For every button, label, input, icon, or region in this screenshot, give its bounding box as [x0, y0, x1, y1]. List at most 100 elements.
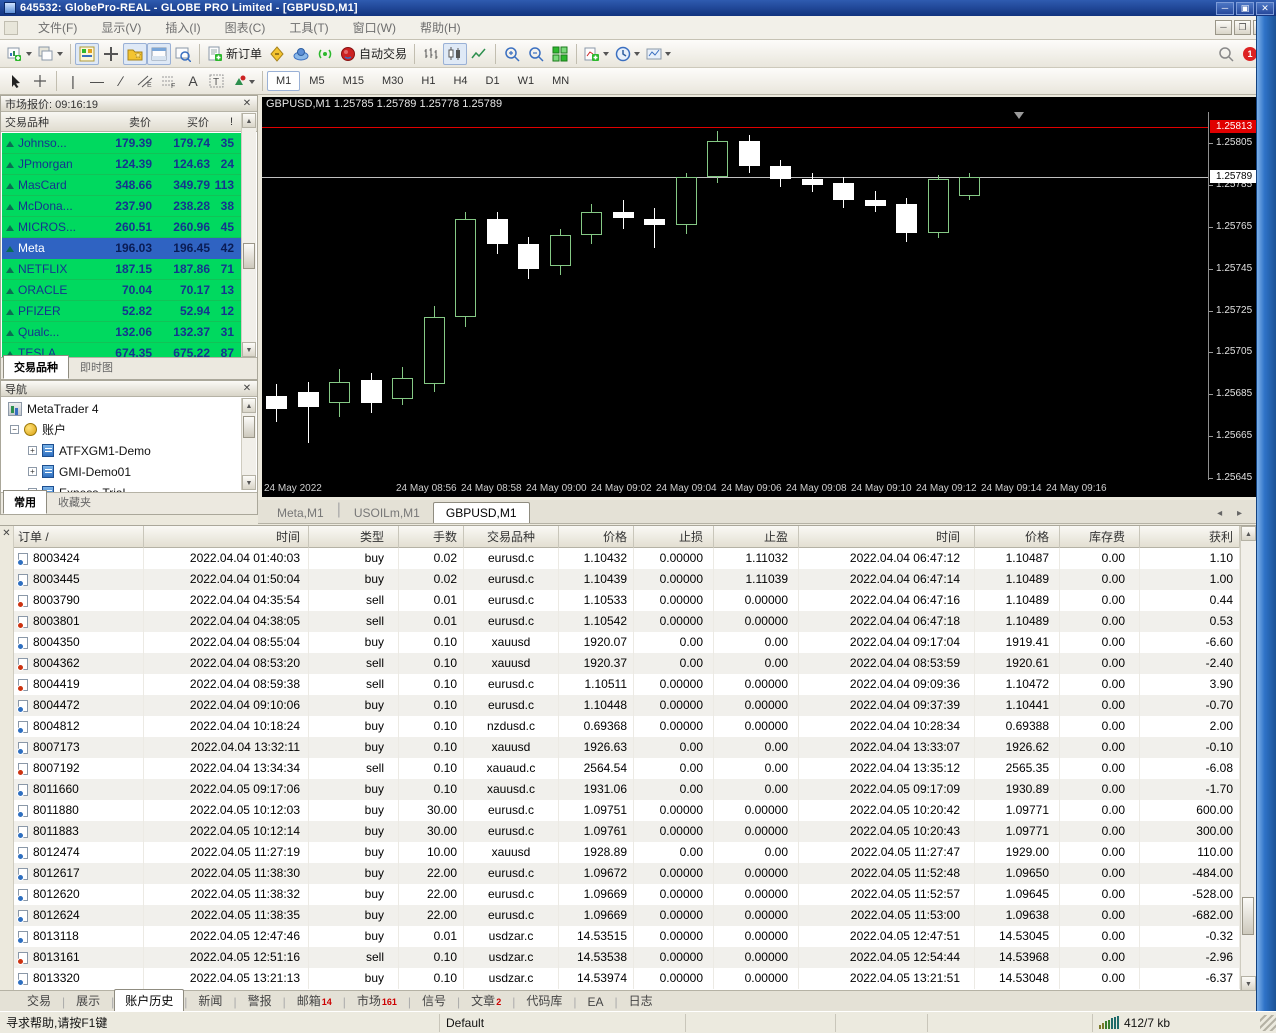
- fibonacci-tool-button[interactable]: F: [157, 70, 181, 92]
- expand-icon[interactable]: +: [28, 467, 37, 476]
- arrows-tool-button[interactable]: [229, 70, 258, 92]
- history-column-header-2[interactable]: 类型: [309, 526, 399, 548]
- history-column-header-0[interactable]: 订单 /: [14, 526, 144, 548]
- history-row[interactable]: 80071732022.04.04 13:32:11buy0.10xauusd1…: [14, 737, 1240, 758]
- community-button[interactable]: [289, 43, 313, 65]
- history-column-header-3[interactable]: 手数: [399, 526, 464, 548]
- new-chart-button[interactable]: [4, 43, 35, 65]
- maximize-button[interactable]: ▣: [1236, 2, 1254, 15]
- history-column-header-5[interactable]: 价格: [559, 526, 634, 548]
- menu-item-2[interactable]: 插入(I): [153, 18, 212, 38]
- minimize-button[interactable]: ─: [1216, 2, 1234, 15]
- close-icon[interactable]: ✕: [241, 98, 253, 109]
- menu-item-1[interactable]: 显示(V): [89, 18, 153, 38]
- market-watch-tab-1[interactable]: 即时图: [69, 355, 124, 379]
- child-minimize-button[interactable]: ─: [1215, 20, 1232, 35]
- autotrading-button[interactable]: 自动交易: [337, 43, 410, 65]
- history-column-header-1[interactable]: 时间: [144, 526, 309, 548]
- chart-menu-icon[interactable]: [4, 21, 18, 35]
- data-window-button[interactable]: [99, 43, 123, 65]
- timeframe-w1-button[interactable]: W1: [509, 71, 544, 91]
- market-watch-header-2[interactable]: 买价: [151, 114, 209, 130]
- strategy-tester-button[interactable]: [171, 43, 195, 65]
- navigator-account-item[interactable]: +ATFXGM1-Demo: [2, 440, 242, 461]
- terminal-tab-9[interactable]: 代码库: [515, 989, 573, 1011]
- market-watch-row[interactable]: ORACLE70.0470.1713: [2, 280, 242, 301]
- tile-windows-button[interactable]: [548, 43, 572, 65]
- cursor-tool-button[interactable]: [4, 70, 28, 92]
- history-column-header-4[interactable]: 交易品种: [464, 526, 559, 548]
- bar-chart-type-button[interactable]: [419, 43, 443, 65]
- history-row[interactable]: 80043502022.04.04 08:55:04buy0.10xauusd1…: [14, 632, 1240, 653]
- terminal-tab-1[interactable]: 展示: [65, 989, 111, 1011]
- timeframe-h4-button[interactable]: H4: [444, 71, 476, 91]
- terminal-tab-6[interactable]: 市场161: [346, 989, 408, 1011]
- trendline-tool-button[interactable]: ∕: [109, 70, 133, 92]
- navigator-toggle-button[interactable]: [123, 43, 147, 65]
- market-watch-row[interactable]: McDona...237.90238.2838: [2, 196, 242, 217]
- timeframe-m5-button[interactable]: M5: [300, 71, 333, 91]
- navigator-account-item[interactable]: +GMI-Demo01: [2, 461, 242, 482]
- market-watch-row[interactable]: Meta196.03196.4542: [2, 238, 242, 259]
- menu-item-0[interactable]: 文件(F): [26, 18, 89, 38]
- history-row[interactable]: 80048122022.04.04 10:18:24buy0.10nzdusd.…: [14, 716, 1240, 737]
- navigator-accounts-group[interactable]: −账户: [2, 419, 242, 440]
- timeframe-m15-button[interactable]: M15: [334, 71, 373, 91]
- timeframe-h1-button[interactable]: H1: [412, 71, 444, 91]
- channel-tool-button[interactable]: E: [133, 70, 157, 92]
- chart-window[interactable]: GBPUSD,M1 1.25785 1.25789 1.25778 1.2578…: [262, 97, 1256, 497]
- close-icon[interactable]: ✕: [0, 528, 13, 539]
- vertical-line-tool-button[interactable]: |: [61, 70, 85, 92]
- history-row[interactable]: 80044192022.04.04 08:59:38sell0.10eurusd…: [14, 674, 1240, 695]
- signals-button[interactable]: [313, 43, 337, 65]
- market-watch-toggle-button[interactable]: [75, 43, 99, 65]
- resize-grip[interactable]: [1260, 1015, 1276, 1031]
- market-watch-header-3[interactable]: !: [209, 116, 235, 128]
- menu-item-5[interactable]: 窗口(W): [341, 18, 408, 38]
- market-watch-row[interactable]: PFIZER52.8252.9412: [2, 301, 242, 322]
- chart-tab-usoilm-m1[interactable]: USOILm,M1: [341, 502, 433, 523]
- navigator-tab-1[interactable]: 收藏夹: [47, 490, 102, 514]
- chart-time-axis[interactable]: 24 May 202224 May 08:5624 May 08:5824 Ma…: [262, 480, 1208, 497]
- scroll-down-icon[interactable]: ▼: [1241, 976, 1256, 991]
- chart-tab-gbpusd-m1[interactable]: GBPUSD,M1: [433, 502, 530, 523]
- market-watch-row[interactable]: MICROS...260.51260.9645: [2, 217, 242, 238]
- timeframe-mn-button[interactable]: MN: [543, 71, 578, 91]
- horizontal-line-tool-button[interactable]: —: [85, 70, 109, 92]
- history-row[interactable]: 80118802022.04.05 10:12:03buy30.00eurusd…: [14, 800, 1240, 821]
- market-watch-row[interactable]: NETFLIX187.15187.8671: [2, 259, 242, 280]
- history-row[interactable]: 80126202022.04.05 11:38:32buy22.00eurusd…: [14, 884, 1240, 905]
- expand-icon[interactable]: +: [28, 446, 37, 455]
- profiles-button[interactable]: [35, 43, 66, 65]
- navigator-tab-0[interactable]: 常用: [3, 490, 47, 514]
- candle-chart-type-button[interactable]: [443, 43, 467, 65]
- market-watch-tab-0[interactable]: 交易品种: [3, 355, 69, 379]
- market-watch-scrollbar[interactable]: ▲ ▼: [241, 113, 256, 357]
- indicators-button[interactable]: [581, 43, 612, 65]
- market-watch-row[interactable]: JPmorgan124.39124.6324: [2, 154, 242, 175]
- timeframe-m30-button[interactable]: M30: [373, 71, 412, 91]
- history-column-header-8[interactable]: 时间: [799, 526, 975, 548]
- metaeditor-button[interactable]: [265, 43, 289, 65]
- terminal-toggle-button[interactable]: [147, 43, 171, 65]
- scroll-up-icon[interactable]: ▲: [242, 113, 256, 128]
- history-row[interactable]: 80126172022.04.05 11:38:30buy22.00eurusd…: [14, 863, 1240, 884]
- market-watch-header-1[interactable]: 卖价: [93, 114, 151, 130]
- history-row[interactable]: 80118832022.04.05 10:12:14buy30.00eurusd…: [14, 821, 1240, 842]
- close-icon[interactable]: ✕: [241, 383, 253, 394]
- history-row[interactable]: 80131182022.04.05 12:47:46buy0.01usdzar.…: [14, 926, 1240, 947]
- history-row[interactable]: 80038012022.04.04 04:38:05sell0.01eurusd…: [14, 611, 1240, 632]
- zoom-out-button[interactable]: [524, 43, 548, 65]
- terminal-tab-4[interactable]: 警报: [237, 989, 283, 1011]
- terminal-tab-7[interactable]: 信号: [411, 989, 457, 1011]
- market-watch-header-0[interactable]: 交易品种: [1, 114, 93, 130]
- crosshair-tool-button[interactable]: [28, 70, 52, 92]
- terminal-scrollbar[interactable]: ▲ ▼: [1240, 526, 1256, 991]
- text-label-tool-button[interactable]: T: [205, 70, 229, 92]
- menu-item-4[interactable]: 工具(T): [277, 18, 340, 38]
- history-row[interactable]: 80133202022.04.05 13:21:13buy0.10usdzar.…: [14, 968, 1240, 989]
- chart-tab-meta-m1[interactable]: Meta,M1: [264, 502, 337, 523]
- terminal-tab-10[interactable]: EA: [576, 992, 614, 1011]
- scrollbar-thumb[interactable]: [243, 416, 255, 438]
- market-watch-row[interactable]: Johnso...179.39179.7435: [2, 133, 242, 154]
